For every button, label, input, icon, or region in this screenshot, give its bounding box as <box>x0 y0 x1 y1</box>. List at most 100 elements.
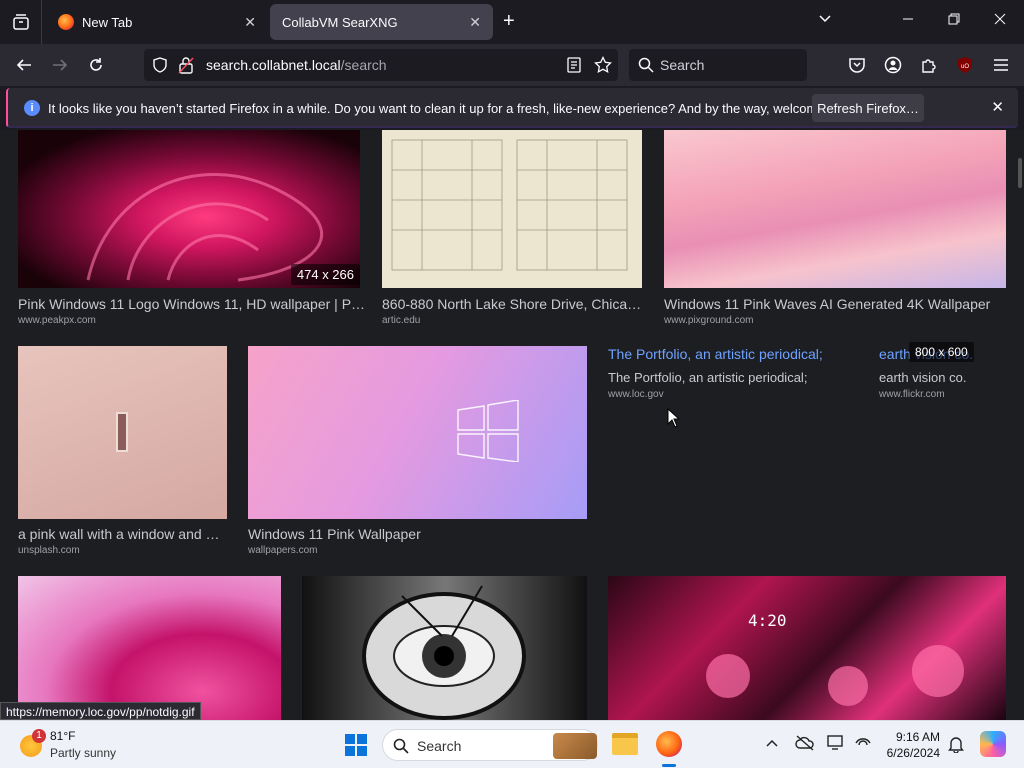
tab-collabvm-searxng[interactable]: CollabVM SearXNG ✕ <box>270 4 493 40</box>
result-title[interactable]: Pink Windows 11 Logo Windows 11, HD wall… <box>18 296 368 312</box>
result-domain: artic.edu <box>382 315 421 326</box>
result-title[interactable]: a pink wall with a window and a s… <box>18 526 227 542</box>
onedrive-offline-icon[interactable] <box>795 735 815 756</box>
image-result[interactable]: 860-880 North Lake Shore Drive, Chicago,… <box>382 130 644 330</box>
image-result[interactable]: 4:20 <box>608 576 1006 720</box>
back-arrow-icon <box>16 59 31 71</box>
ublock-button[interactable]: uO <box>953 53 977 77</box>
search-icon <box>638 57 654 73</box>
search-placeholder: Search <box>660 57 705 73</box>
image-results-area: 474 x 266 Pink Windows 11 Logo Windows 1… <box>0 130 1024 720</box>
image-result[interactable] <box>302 576 587 720</box>
windows-start-icon <box>345 734 367 756</box>
url-text[interactable]: search.collabnet.local/search <box>206 57 387 73</box>
bookmark-star-icon[interactable] <box>594 56 612 74</box>
taskbar-search[interactable]: Search <box>382 729 598 761</box>
notification-count-badge: 1 <box>32 729 46 743</box>
copilot-icon[interactable] <box>980 731 1006 757</box>
account-icon <box>884 56 902 74</box>
refresh-firefox-button[interactable]: Refresh Firefox… <box>812 94 924 122</box>
lock-insecure-icon[interactable] <box>178 56 194 74</box>
url-path: /search <box>340 57 387 73</box>
firefox-taskbar-icon[interactable] <box>656 731 682 757</box>
result-thumbnail[interactable] <box>302 576 587 720</box>
new-tab-button[interactable]: + <box>503 11 515 31</box>
result-thumbnail[interactable] <box>18 346 227 519</box>
menu-button[interactable] <box>989 53 1013 77</box>
weather-description: Partly sunny <box>50 746 117 760</box>
scrollbar-thumb[interactable] <box>1018 158 1022 188</box>
result-thumbnail[interactable] <box>664 130 1006 288</box>
account-button[interactable] <box>881 53 905 77</box>
result-subtitle: The Portfolio, an artistic periodical; <box>608 370 808 385</box>
tab-new-tab[interactable]: New Tab ✕ <box>46 4 268 40</box>
close-notification-icon[interactable]: ✕ <box>991 98 1004 116</box>
address-bar[interactable]: search.collabnet.local/search <box>144 49 618 81</box>
close-tab-icon[interactable]: ✕ <box>244 14 256 31</box>
network-volume-icon[interactable] <box>854 735 872 756</box>
puzzle-icon <box>922 59 936 73</box>
result-thumbnail[interactable] <box>18 576 281 720</box>
minimize-button[interactable] <box>902 12 914 29</box>
image-size-badge: 474 x 266 <box>290 264 360 285</box>
ublock-origin-icon: uO <box>958 57 972 73</box>
svg-text:4:20: 4:20 <box>748 611 787 630</box>
clock-date: 6/26/2024 <box>886 746 940 760</box>
shield-icon[interactable] <box>152 57 168 73</box>
close-tab-icon[interactable]: ✕ <box>469 14 481 31</box>
text-result[interactable]: earth vision co. 800 x 600 earth vision … <box>879 342 1006 406</box>
firefox-icon <box>58 14 74 30</box>
windows-taskbar: 1 81°F Partly sunny Search 9:16 AM 6/26/… <box>0 720 1024 768</box>
result-title[interactable]: Windows 11 Pink Waves AI Generated 4K Wa… <box>664 296 1006 312</box>
status-url-tooltip: https://memory.loc.gov/pp/notdig.gif <box>0 702 201 720</box>
result-thumbnail[interactable]: 4:20 <box>608 576 1006 720</box>
start-button[interactable] <box>344 733 368 757</box>
file-explorer-icon[interactable] <box>612 733 638 755</box>
system-clock[interactable]: 9:16 AM 6/26/2024 <box>882 729 940 761</box>
result-domain: www.pixground.com <box>664 315 754 326</box>
close-window-button[interactable] <box>994 12 1006 29</box>
notification-message: It looks like you haven’t started Firefo… <box>48 101 860 116</box>
search-highlight-image <box>553 733 597 759</box>
mouse-cursor <box>667 407 681 433</box>
image-result[interactable]: 474 x 266 Pink Windows 11 Logo Windows 1… <box>18 130 368 330</box>
image-result[interactable]: Windows 11 Pink Wallpaper wallpapers.com <box>248 346 587 560</box>
reload-icon <box>90 58 102 71</box>
reload-button[interactable] <box>84 53 108 77</box>
pocket-button[interactable] <box>845 53 869 77</box>
window-shape <box>116 412 128 452</box>
result-title[interactable]: Windows 11 Pink Wallpaper <box>248 526 587 542</box>
result-link-title[interactable]: The Portfolio, an artistic periodical; <box>608 346 823 362</box>
result-domain: www.flickr.com <box>879 389 945 400</box>
windows-logo-outline <box>457 400 519 462</box>
result-subtitle: earth vision co. <box>879 370 967 385</box>
tab-list-button[interactable] <box>0 0 42 44</box>
result-thumbnail[interactable] <box>382 130 642 288</box>
url-host: search.collabnet.local <box>206 57 341 73</box>
notification-bell-icon[interactable] <box>948 735 964 758</box>
taskbar-search-label: Search <box>417 738 462 754</box>
refresh-firefox-notification: i It looks like you haven’t started Fire… <box>6 88 1018 128</box>
restore-button[interactable] <box>948 12 960 29</box>
extensions-button[interactable] <box>917 53 941 77</box>
chevron-down-icon[interactable] <box>818 12 832 30</box>
reader-view-icon[interactable] <box>567 57 581 73</box>
result-domain: wallpapers.com <box>248 545 318 556</box>
text-result[interactable]: The Portfolio, an artistic periodical; T… <box>608 346 858 406</box>
weather-temperature: 81°F <box>50 729 76 743</box>
image-size-badge: 800 x 600 <box>909 342 974 362</box>
result-title[interactable]: 860-880 North Lake Shore Drive, Chicago,… <box>382 296 644 312</box>
svg-text:uO: uO <box>961 64 969 70</box>
result-thumbnail[interactable] <box>248 346 587 519</box>
display-icon[interactable] <box>827 735 845 756</box>
tab-list-icon <box>12 14 29 30</box>
forward-button[interactable] <box>48 53 72 77</box>
back-button[interactable] <box>12 53 36 77</box>
image-result[interactable] <box>18 576 281 720</box>
forward-arrow-icon <box>53 59 68 71</box>
image-result[interactable]: Windows 11 Pink Waves AI Generated 4K Wa… <box>664 130 1006 330</box>
chevron-up-icon[interactable] <box>766 737 778 755</box>
result-domain: www.peakpx.com <box>18 315 96 326</box>
search-bar[interactable]: Search <box>629 49 807 81</box>
image-result[interactable]: a pink wall with a window and a s… unspl… <box>18 346 227 560</box>
